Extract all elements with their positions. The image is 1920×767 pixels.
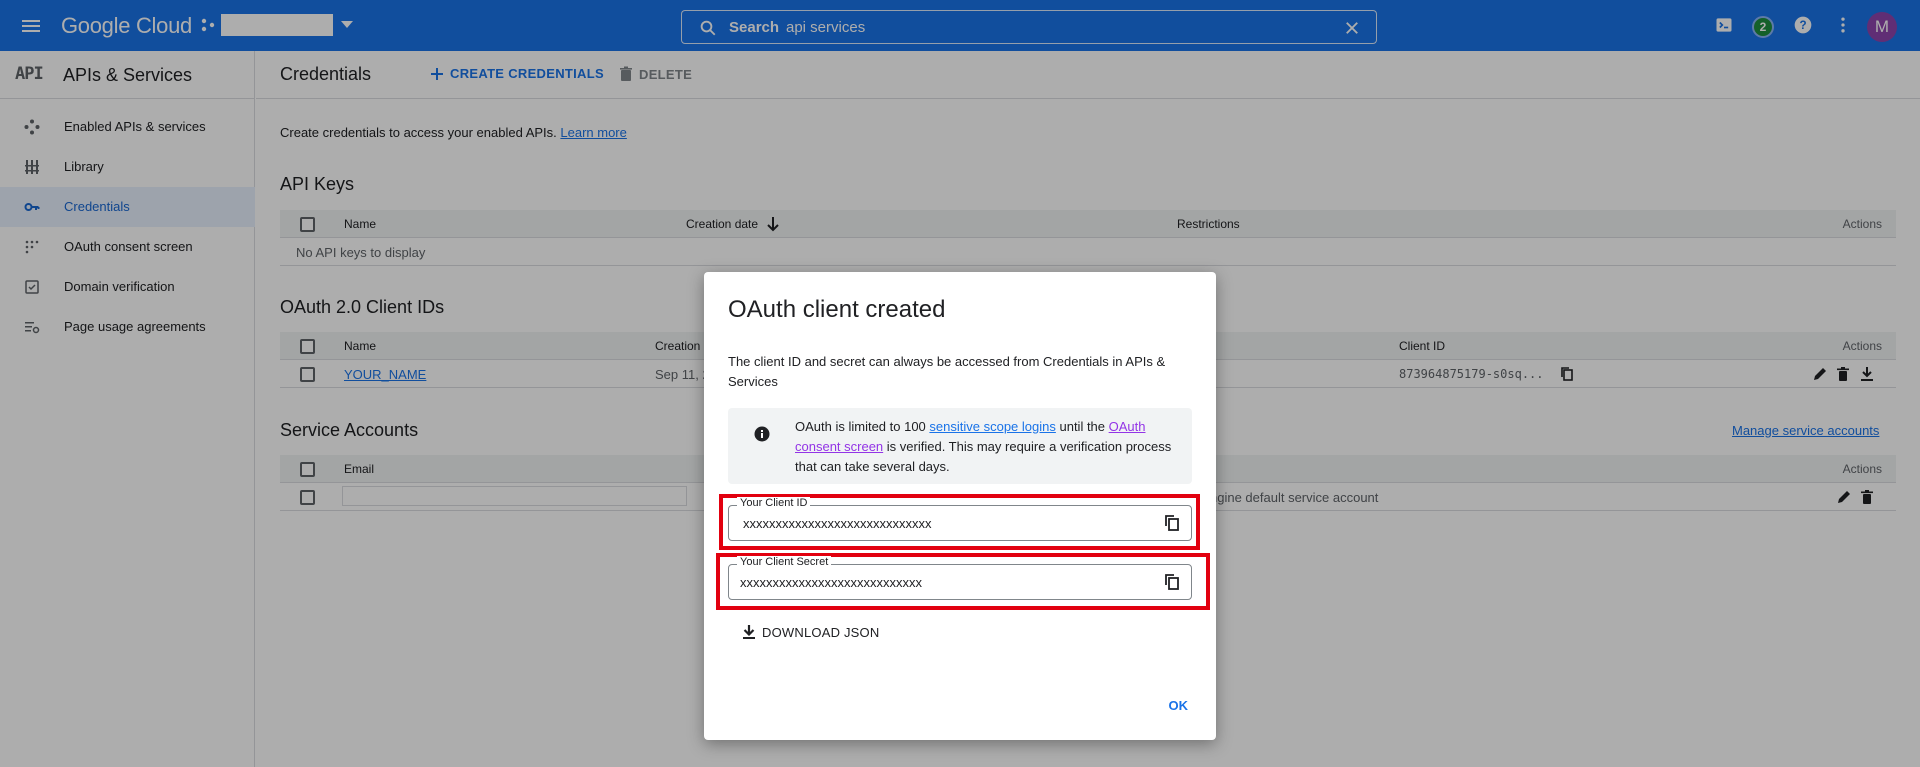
copy-icon[interactable]	[1165, 574, 1179, 590]
dialog-description: The client ID and secret can always be a…	[728, 354, 1166, 389]
download-icon	[743, 625, 755, 639]
info-text-part: until the	[1055, 419, 1109, 434]
download-json-label: DOWNLOAD JSON	[762, 624, 880, 640]
oauth-created-dialog: OAuth client created The client ID and s…	[704, 272, 1216, 740]
dialog-title: OAuth client created	[728, 296, 946, 323]
info-text: OAuth is limited to 100 sensitive scope …	[795, 417, 1180, 477]
sensitive-scope-link[interactable]: sensitive scope logins	[929, 419, 1055, 434]
copy-icon[interactable]	[1165, 515, 1179, 531]
info-callout: OAuth is limited to 100 sensitive scope …	[728, 408, 1192, 484]
info-text-part: OAuth is limited to 100	[795, 419, 930, 434]
client-secret-label: Your Client Secret	[737, 556, 832, 568]
ok-button[interactable]: OK	[1169, 698, 1189, 713]
client-id-label: Your Client ID	[737, 497, 811, 509]
client-id-value[interactable]: xxxxxxxxxxxxxxxxxxxxxxxxxxxxx	[743, 516, 932, 531]
client-secret-value[interactable]: xxxxxxxxxxxxxxxxxxxxxxxxxxxx	[740, 575, 922, 590]
client-id-field[interactable]: Your Client ID xxxxxxxxxxxxxxxxxxxxxxxxx…	[728, 497, 1192, 541]
info-icon	[754, 426, 770, 442]
client-secret-field[interactable]: Your Client Secret xxxxxxxxxxxxxxxxxxxxx…	[728, 556, 1192, 600]
download-json-button[interactable]: DOWNLOAD JSON	[742, 624, 879, 640]
